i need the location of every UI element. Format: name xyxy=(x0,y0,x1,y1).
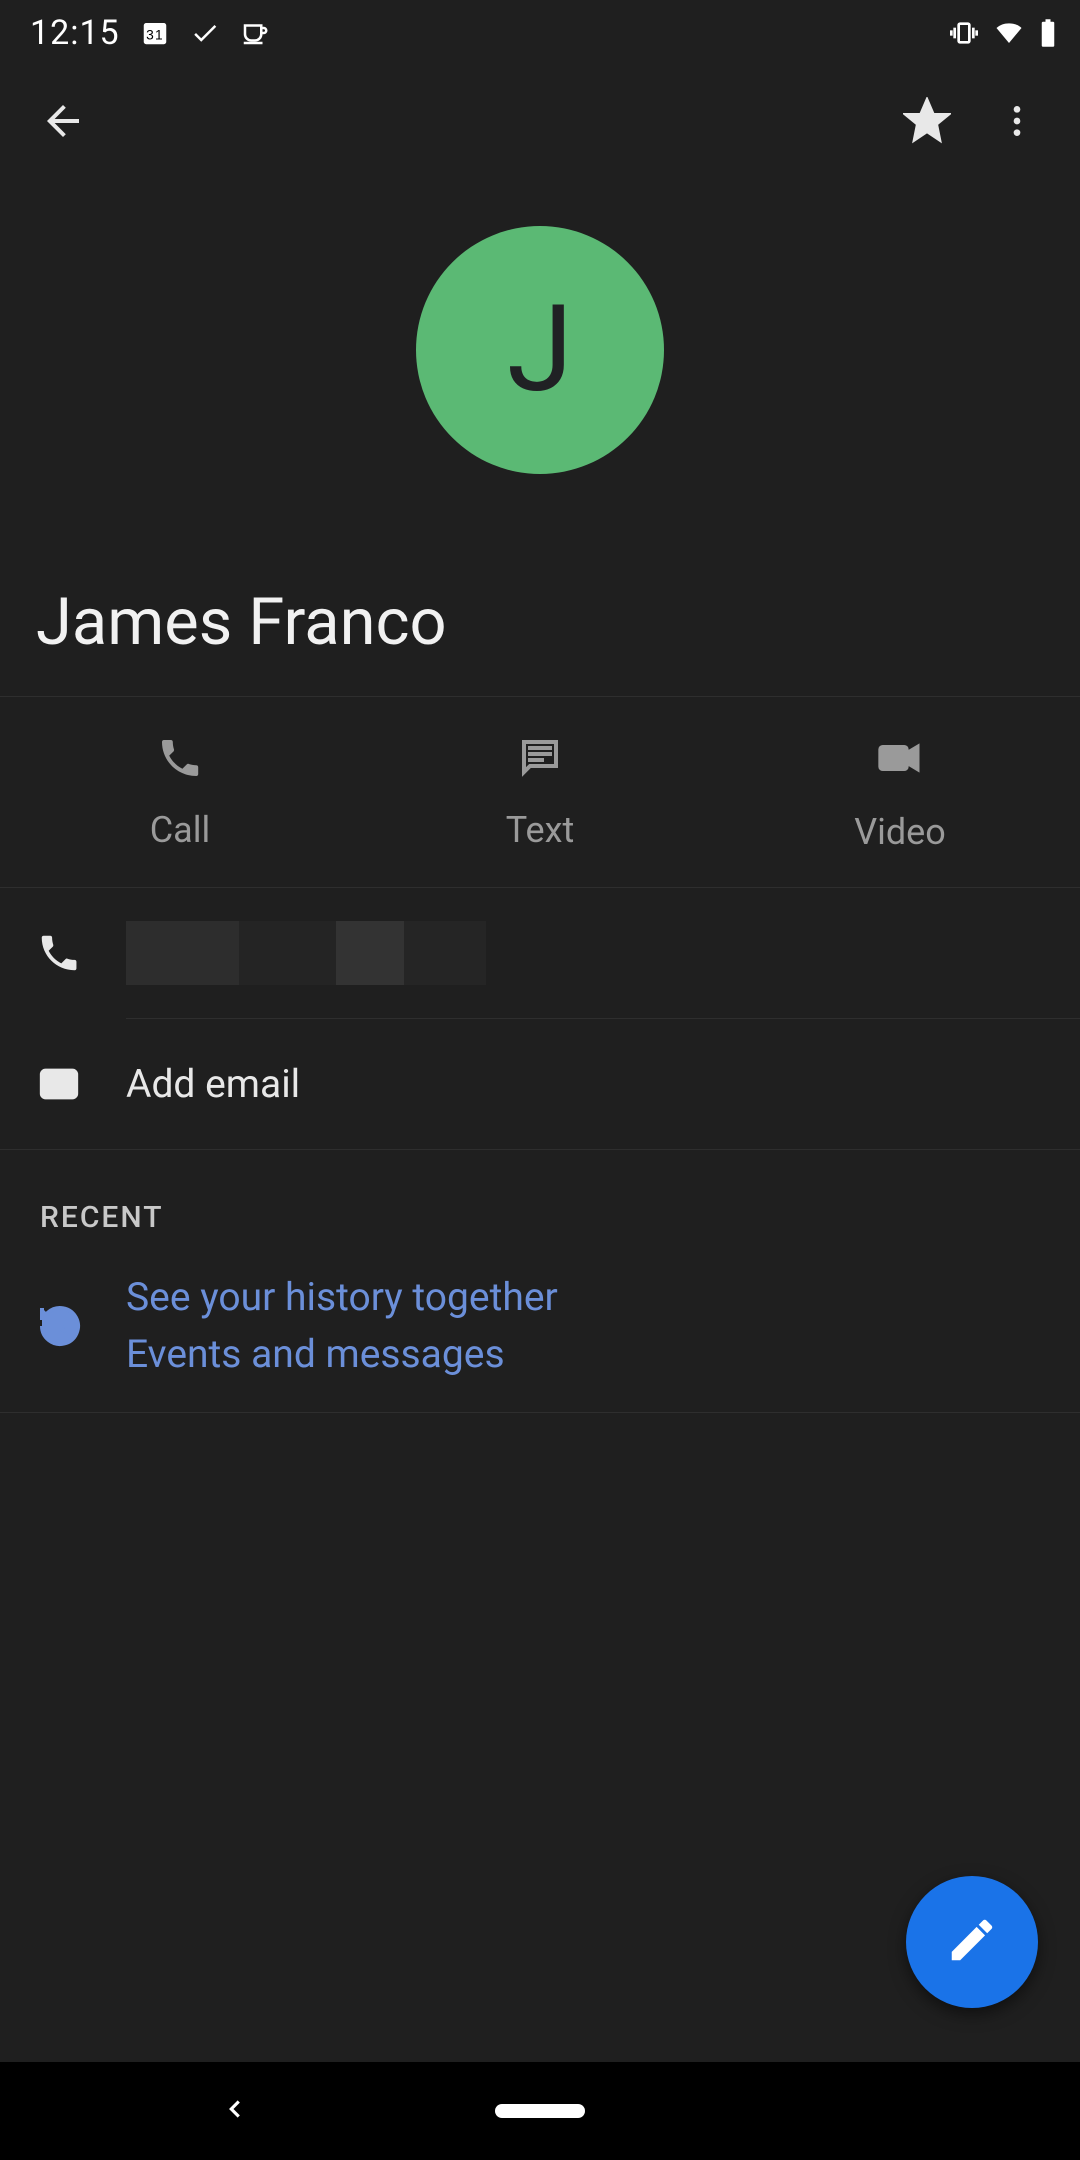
text-action[interactable]: Text xyxy=(360,697,720,887)
message-icon xyxy=(516,734,564,791)
checkmark-icon xyxy=(190,18,220,48)
contact-hero: J James Franco xyxy=(0,176,1080,697)
wifi-icon xyxy=(994,18,1024,48)
email-icon xyxy=(36,1061,126,1107)
action-row: Call Text Video xyxy=(0,697,1080,888)
app-toolbar xyxy=(0,66,1080,176)
pencil-icon xyxy=(945,1913,999,1971)
back-button[interactable] xyxy=(18,76,108,166)
phone-row[interactable] xyxy=(0,888,1080,1018)
status-left: 12:15 31 xyxy=(30,13,270,53)
history-line1: See your history together xyxy=(126,1269,558,1326)
recent-header: RECENT xyxy=(0,1150,1080,1253)
text-label: Text xyxy=(506,809,574,851)
history-icon xyxy=(36,1302,126,1350)
more-options-button[interactable] xyxy=(972,76,1062,166)
video-label: Video xyxy=(854,811,946,853)
contact-name: James Franco xyxy=(36,584,1044,660)
phone-icon xyxy=(156,734,204,791)
edit-contact-fab[interactable] xyxy=(906,1876,1038,2008)
nav-home-pill[interactable] xyxy=(495,2104,585,2118)
call-action[interactable]: Call xyxy=(0,697,360,887)
status-right xyxy=(948,17,1058,49)
phone-number-redacted xyxy=(126,921,486,985)
favorite-star-button[interactable] xyxy=(882,76,972,166)
phone-icon xyxy=(36,930,126,976)
add-email-row[interactable]: Add email xyxy=(0,1019,1080,1149)
call-label: Call xyxy=(150,809,211,851)
battery-icon xyxy=(1038,18,1058,48)
system-navbar xyxy=(0,2062,1080,2160)
video-icon xyxy=(874,732,926,793)
avatar-initial: J xyxy=(507,280,573,420)
history-line2: Events and messages xyxy=(126,1326,558,1383)
calendar-icon: 31 xyxy=(140,18,170,48)
vibrate-icon xyxy=(948,17,980,49)
coffee-icon xyxy=(240,18,270,48)
nav-back-button[interactable] xyxy=(220,2094,250,2128)
add-email-label: Add email xyxy=(126,1057,1044,1111)
avatar[interactable]: J xyxy=(416,226,664,474)
svg-text:31: 31 xyxy=(146,27,164,42)
status-time: 12:15 xyxy=(30,13,120,53)
history-row[interactable]: See your history together Events and mes… xyxy=(0,1253,1080,1412)
video-action[interactable]: Video xyxy=(720,697,1080,887)
status-bar: 12:15 31 xyxy=(0,0,1080,66)
